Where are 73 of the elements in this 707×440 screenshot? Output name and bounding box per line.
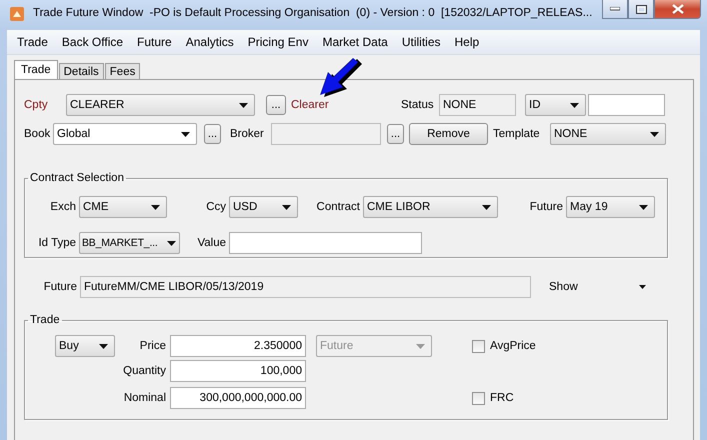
- caret-icon: [181, 132, 190, 136]
- remove-button[interactable]: Remove: [409, 123, 488, 145]
- dropdown[interactable]: Global: [53, 123, 197, 145]
- field-label: Broker: [230, 128, 265, 140]
- menu-item[interactable]: Trade: [17, 35, 48, 49]
- minimize-button[interactable]: [602, 0, 628, 19]
- browse-button[interactable]: ...: [204, 124, 221, 144]
- dropdown[interactable]: NONE: [550, 123, 666, 145]
- dropdown[interactable]: Buy: [55, 335, 115, 357]
- caret-icon: [239, 102, 248, 108]
- checkbox-label: FRC: [490, 392, 514, 404]
- menu-item[interactable]: Market Data: [322, 35, 388, 49]
- checkbox-label: AvgPrice: [490, 340, 536, 352]
- browse-button[interactable]: ...: [266, 95, 286, 115]
- field-label: Template: [493, 128, 541, 140]
- checkbox[interactable]: [472, 392, 485, 404]
- menu-item[interactable]: Analytics: [186, 35, 234, 49]
- field-label: Exch: [49, 201, 76, 213]
- field-label: Book: [24, 128, 52, 140]
- maximize-button[interactable]: [628, 0, 654, 19]
- menu-item[interactable]: Pricing Env: [248, 35, 308, 49]
- input-field[interactable]: [588, 94, 665, 116]
- field-label: Nominal: [122, 392, 166, 404]
- caret-icon: [570, 102, 579, 108]
- field-label: Future: [42, 281, 77, 293]
- maximize-icon: [636, 4, 646, 14]
- caret-icon: [482, 204, 491, 210]
- caret-icon: [151, 204, 160, 210]
- menu-item[interactable]: Utilities: [402, 35, 440, 49]
- menu-item[interactable]: Future: [137, 35, 172, 49]
- field-label: Status: [401, 99, 435, 111]
- caret-icon: [650, 132, 659, 136]
- field-label: Cpty: [24, 99, 49, 111]
- tab[interactable]: Trade: [14, 60, 58, 79]
- status-field: NONE: [439, 94, 516, 116]
- caret-icon: [282, 204, 291, 210]
- field-label: Contract: [316, 201, 360, 213]
- window-title: Trade Future Window -PO is Default Processing Organisation (0) - Version : 0 [152032/LAPTOP_RELEAS...: [33, 7, 592, 19]
- caret-icon: [167, 240, 176, 246]
- caret-icon: [99, 344, 108, 348]
- caret-icon: [639, 285, 646, 289]
- close-icon: [672, 4, 684, 14]
- group-title: Contract Selection: [29, 172, 125, 184]
- group-title: Trade: [29, 314, 61, 326]
- dropdown[interactable]: CME LIBOR: [363, 196, 498, 218]
- checkbox[interactable]: [472, 340, 485, 352]
- input-field[interactable]: 2.350000: [170, 335, 306, 357]
- dropdown[interactable]: ID: [525, 94, 586, 116]
- field-label: Id Type: [37, 237, 76, 249]
- field-label: Ccy: [205, 201, 226, 213]
- menu-item[interactable]: Back Office: [62, 35, 124, 49]
- input-field[interactable]: 100,000: [170, 360, 306, 382]
- field-label: Value: [196, 237, 226, 249]
- input-field[interactable]: [229, 232, 422, 254]
- dropdown[interactable]: May 19: [566, 196, 655, 218]
- dropdown[interactable]: BB_MARKET_...: [79, 232, 180, 254]
- app-icon: [9, 6, 25, 22]
- field-label: Quantity: [122, 365, 166, 377]
- dropdown[interactable]: CME: [79, 196, 167, 218]
- menu-item[interactable]: Help: [454, 35, 480, 49]
- tab[interactable]: Details: [58, 63, 104, 79]
- close-button[interactable]: [654, 0, 701, 19]
- caret-icon: [639, 204, 648, 210]
- dropdown[interactable]: CLEARER: [66, 94, 255, 116]
- future-field: FutureMM/CME LIBOR/05/13/2019: [80, 276, 531, 298]
- dropdown[interactable]: USD: [229, 196, 298, 218]
- minimize-icon: [610, 7, 620, 11]
- field-label: Price: [138, 340, 166, 352]
- caret-icon: [416, 344, 425, 348]
- input-field[interactable]: 300,000,000,000.00: [170, 387, 306, 409]
- tab[interactable]: Fees: [104, 63, 140, 79]
- counterparty-name: Clearer: [291, 99, 330, 111]
- field-label: Future: [528, 201, 563, 213]
